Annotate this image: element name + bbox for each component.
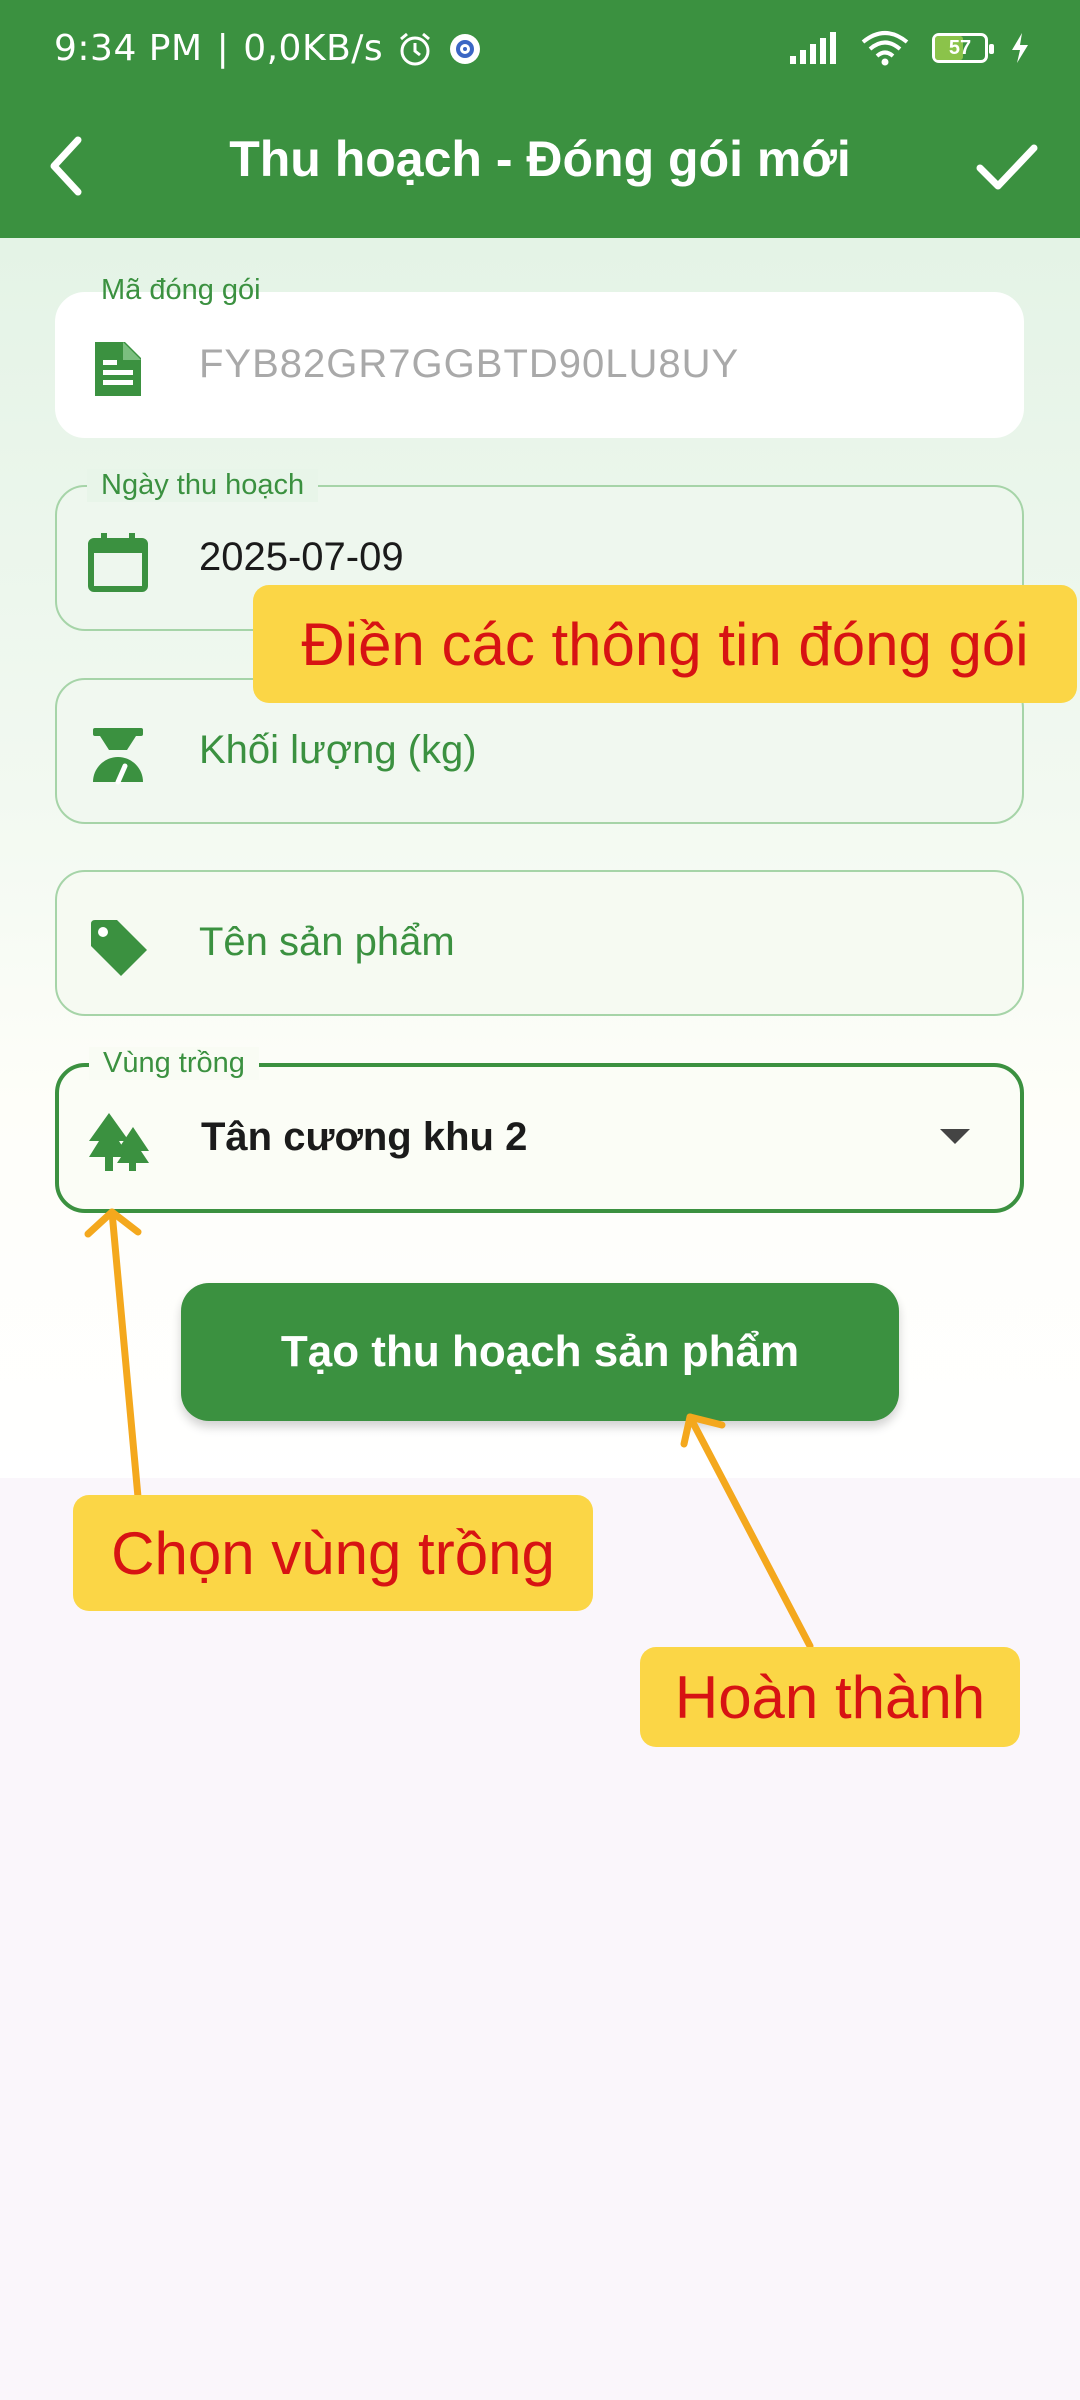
settings-notification-icon	[450, 33, 481, 64]
document-icon	[95, 342, 141, 396]
alarm-icon	[400, 32, 431, 65]
growing-area-label: Vùng trồng	[89, 1047, 259, 1080]
product-name-placeholder: Tên sản phẩm	[199, 920, 455, 964]
navigation-bar: Thu hoạch - Đóng gói mới	[0, 104, 1080, 238]
battery-icon: 57	[932, 33, 994, 63]
wifi-icon	[861, 31, 909, 66]
page-title: Thu hoạch - Đóng gói mới	[229, 131, 851, 187]
status-network-speed: 0,0KB/s	[243, 28, 384, 69]
create-harvest-button[interactable]: Tạo thu hoạch sản phẩm	[181, 1283, 899, 1421]
battery-level: 57	[948, 36, 972, 59]
annotation-choose-area: Chọn vùng trồng	[73, 1495, 593, 1611]
tag-icon	[91, 920, 147, 976]
status-bar: 9:34 PM | 0,0KB/s 57	[0, 0, 1080, 104]
annotation-fill-info: Điền các thông tin đóng gói	[253, 585, 1077, 703]
package-code-label: Mã đóng gói	[101, 274, 261, 306]
signal-icon	[790, 32, 836, 64]
scale-icon	[93, 728, 143, 785]
growing-area-dropdown[interactable]: Vùng trồng Tân cương khu 2	[55, 1047, 1024, 1213]
app-bar: 9:34 PM | 0,0KB/s 57 Thu hoạch - Đóng gó…	[0, 0, 1080, 238]
forest-icon	[89, 1113, 149, 1171]
harvest-date-value: 2025-07-09	[199, 535, 404, 579]
growing-area-value: Tân cương khu 2	[201, 1115, 528, 1159]
weight-placeholder: Khối lượng (kg)	[199, 728, 477, 772]
calendar-icon	[88, 533, 148, 592]
chevron-down-icon[interactable]	[940, 1129, 970, 1144]
harvest-date-label: Ngày thu hoạch	[87, 469, 319, 502]
package-code-field: Mã đóng gói FYB82GR7GGBTD90LU8UY	[55, 274, 1024, 438]
confirm-check-icon[interactable]	[966, 126, 1046, 206]
package-code-value: FYB82GR7GGBTD90LU8UY	[199, 342, 740, 386]
status-time: 9:34 PM	[54, 28, 203, 69]
product-name-field[interactable]: Tên sản phẩm	[55, 870, 1024, 1016]
annotation-done: Hoàn thành	[640, 1647, 1020, 1747]
charging-icon	[1012, 33, 1028, 63]
